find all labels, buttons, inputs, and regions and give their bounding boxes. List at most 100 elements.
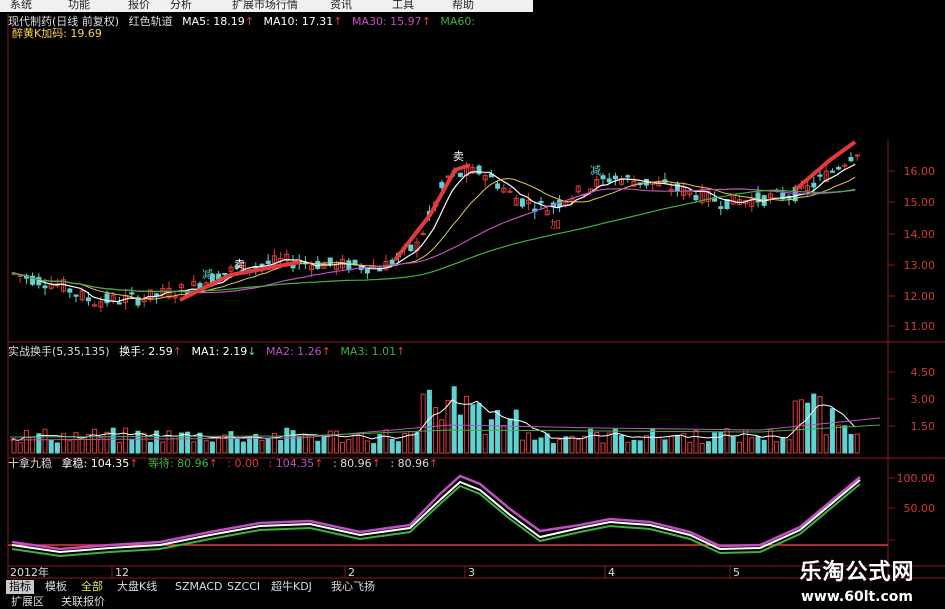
candle-body	[265, 260, 271, 264]
hold-value: 拿稳: 104.35	[61, 457, 130, 470]
volume-bar	[104, 431, 110, 454]
volume-bar	[693, 430, 699, 454]
volume-bar	[705, 441, 711, 454]
volume-bar	[631, 439, 637, 454]
tab-szcci[interactable]: SZCCI	[224, 580, 263, 594]
volume-bar	[495, 410, 501, 454]
ma1-value: MA1: 2.19	[191, 345, 248, 358]
volume-bar	[439, 419, 445, 454]
volume-bar	[203, 440, 209, 454]
volume-bar	[513, 409, 519, 454]
candlestick-series	[11, 152, 860, 312]
volume-bar	[240, 441, 246, 454]
volume-bar	[761, 439, 767, 454]
volume-bar	[557, 439, 563, 454]
volume-bar	[166, 430, 172, 454]
date-label: 4	[608, 566, 615, 579]
candle-body	[829, 170, 835, 173]
volume-bar	[278, 439, 284, 454]
volume-bar	[85, 434, 91, 454]
indicator-name: 红色轨道	[128, 15, 173, 28]
tab-template[interactable]: 模板	[42, 580, 70, 594]
volume-bar	[228, 431, 234, 454]
volume-bar	[129, 439, 135, 454]
stock-chart[interactable]	[0, 0, 945, 609]
down-arrow-icon: ↓	[247, 345, 257, 358]
tab-szmacd[interactable]: SZMACD	[172, 580, 226, 594]
volume-bar	[290, 430, 296, 454]
candle-body	[606, 178, 612, 183]
volume-bar	[811, 393, 817, 454]
volume-bar	[612, 428, 618, 454]
volume-bar	[92, 428, 98, 454]
volume-bar	[321, 435, 327, 454]
candle-body	[538, 200, 544, 204]
reduce-signal-label: 减	[202, 268, 213, 281]
sell-signal-label: 卖	[234, 258, 245, 271]
volume-bar	[674, 435, 680, 454]
up-arrow-icon: ↑	[208, 457, 218, 470]
volume-bar	[786, 439, 792, 454]
tab-woxin-feiyang[interactable]: 我心飞扬	[328, 580, 378, 594]
volume-bar	[650, 427, 656, 454]
reduce-signal-label: 减	[590, 164, 601, 177]
volume-bar	[67, 440, 73, 454]
volume-bar	[854, 433, 860, 454]
up-arrow-icon: ↑	[314, 457, 324, 470]
candle-body	[457, 172, 463, 177]
candle-body	[495, 183, 501, 189]
volume-bar	[309, 436, 315, 454]
volume-bar	[780, 437, 786, 454]
osc-tick: 100.00	[896, 472, 936, 485]
volume-bar	[662, 439, 668, 454]
tab-chaoniu-kdj[interactable]: 超牛KDJ	[268, 580, 315, 594]
candle-body	[42, 285, 48, 289]
volume-bar	[718, 431, 724, 454]
date-label: 12	[115, 566, 129, 579]
volume-bar	[532, 439, 538, 454]
price-tick: 12.00	[903, 290, 936, 303]
candle-body	[811, 182, 817, 188]
up-arrow-icon: ↑	[321, 345, 331, 358]
tab-indicator[interactable]: 指标	[6, 580, 34, 594]
volume-bar	[829, 408, 835, 454]
up-arrow-icon: ↑	[129, 457, 139, 470]
candle-body	[817, 174, 823, 177]
price-tick: 14.00	[903, 228, 936, 241]
volume-bar	[445, 400, 451, 454]
volume-bar	[451, 386, 457, 454]
volume-bar	[247, 437, 253, 454]
candle-body	[625, 175, 631, 178]
up-arrow-icon: ↑	[429, 457, 439, 470]
volume-bars	[9, 386, 881, 454]
ma2-value: MA2: 1.26	[265, 345, 322, 358]
tab-extension-area[interactable]: 扩展区	[8, 595, 47, 609]
candle-body	[519, 198, 525, 207]
tab-related-quotes[interactable]: 关联报价	[58, 595, 108, 609]
candle-body	[259, 263, 265, 267]
volume-bar	[457, 414, 463, 454]
tab-market-kline[interactable]: 大盘K线	[114, 580, 160, 594]
volume-bar	[216, 436, 222, 454]
volume-bar	[823, 434, 829, 454]
volume-bar	[606, 432, 612, 454]
volume-bar	[588, 428, 594, 454]
ma3-value: MA3: 1.01	[340, 345, 397, 358]
price-tick: 15.00	[903, 196, 936, 209]
volume-bar	[488, 419, 494, 454]
candle-body	[439, 182, 445, 188]
osc-tick: 50.00	[903, 502, 936, 515]
volume-bar	[352, 433, 358, 454]
price-tick: 16.00	[903, 165, 936, 178]
volume-bar	[550, 443, 556, 454]
volume-bar	[699, 443, 705, 454]
osc-value-4: : 104.35	[268, 457, 315, 470]
volume-bar	[79, 437, 85, 454]
up-arrow-icon: ↑	[172, 345, 182, 358]
volume-bar	[563, 436, 569, 454]
volume-tick: 3.00	[910, 393, 936, 406]
price-tick: 11.00	[903, 320, 936, 333]
candle-body	[408, 244, 414, 251]
tab-all[interactable]: 全部	[78, 580, 106, 594]
volume-bar	[507, 418, 513, 454]
